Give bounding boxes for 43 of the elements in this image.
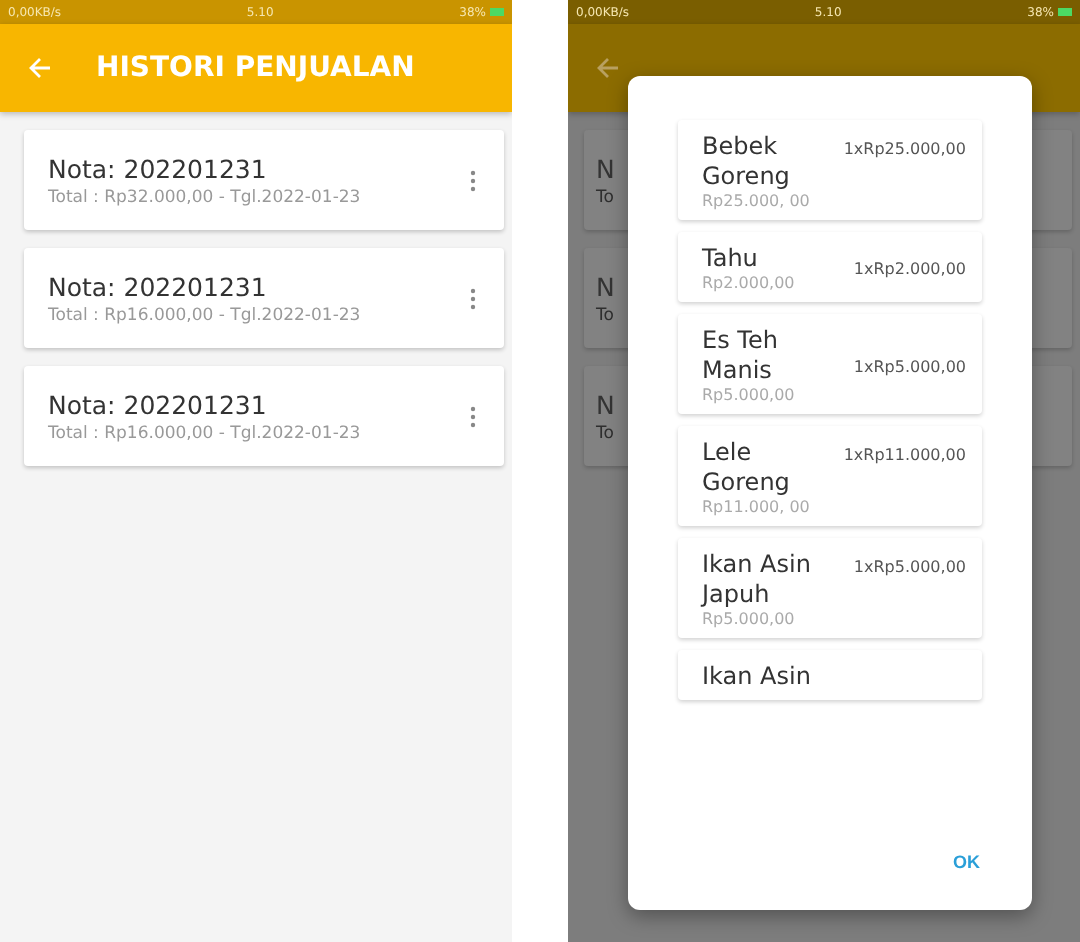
- back-arrow-icon: [28, 56, 52, 80]
- item-price: Rp11.000, 00: [702, 498, 812, 518]
- nota-number: N: [596, 389, 615, 419]
- item-subtotal: 1xRp5.000,00: [853, 357, 966, 375]
- nota-number: N: [596, 271, 615, 301]
- nota-number: N: [596, 153, 615, 183]
- nota-number: Nota: 202201231: [48, 389, 267, 419]
- sale-detail: To: [596, 305, 614, 325]
- sale-card[interactable]: Nota: 202201231 Total : Rp16.000,00 - Tgl.2022-01-23: [24, 248, 504, 348]
- battery-icon: [489, 8, 504, 16]
- back-button[interactable]: [596, 56, 620, 80]
- item-price: Rp5.000,00: [702, 386, 797, 406]
- item-name: Bebek Goreng: [702, 132, 792, 192]
- nota-number: Nota: 202201231: [48, 271, 267, 301]
- more-button[interactable]: [470, 169, 476, 191]
- sale-detail: Total : Rp32.000,00 - Tgl.2022-01-23: [48, 187, 361, 207]
- sale-detail: To: [596, 187, 614, 207]
- sale-detail: To: [596, 423, 614, 443]
- item-name: Tahu: [702, 244, 760, 274]
- more-icon: [470, 169, 476, 191]
- item-price: Rp5.000,00: [702, 610, 797, 630]
- item-name: Ikan Asin: [702, 662, 813, 692]
- item-subtotal: 1xRp11.000,00: [843, 444, 966, 464]
- more-button[interactable]: [470, 287, 476, 309]
- item-subtotal: 1xRp5.000,00: [853, 556, 966, 576]
- item-price: Rp2.000,00: [702, 274, 797, 294]
- sale-card[interactable]: Nota: 202201231 Total : Rp32.000,00 - Tgl.2022-01-23: [24, 130, 504, 230]
- item-subtotal: 1xRp2.000,00: [853, 260, 966, 278]
- battery-icon: [1057, 8, 1072, 16]
- item-name: Ikan Asin Japuh: [702, 550, 813, 610]
- back-arrow-icon: [596, 56, 620, 80]
- more-icon: [470, 287, 476, 309]
- more-button[interactable]: [470, 405, 476, 427]
- sale-detail: Total : Rp16.000,00 - Tgl.2022-01-23: [48, 305, 361, 325]
- item-name: Es Teh Manis: [702, 326, 780, 386]
- sale-card[interactable]: Nota: 202201231 Total : Rp16.000,00 - Tgl.2022-01-23: [24, 366, 504, 466]
- item-price: Rp25.000, 00: [702, 192, 812, 212]
- sale-detail: Total : Rp16.000,00 - Tgl.2022-01-23: [48, 423, 361, 443]
- item-name: Lele Goreng: [702, 438, 792, 498]
- app-title: HISTORI PENJUALAN: [96, 52, 415, 84]
- item-subtotal: 1xRp25.000,00: [843, 138, 966, 158]
- nota-number: Nota: 202201231: [48, 153, 267, 183]
- more-icon: [470, 405, 476, 427]
